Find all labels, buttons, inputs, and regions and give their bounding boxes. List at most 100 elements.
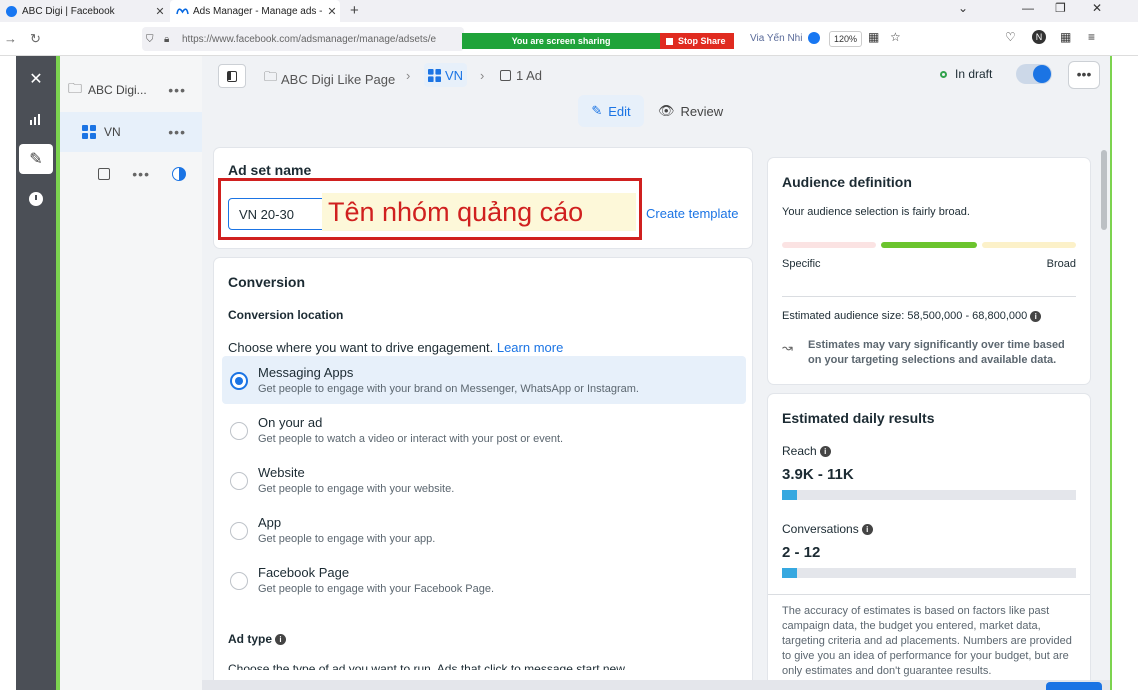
scrollbar[interactable] [1098,136,1110,670]
edit-mode-button[interactable]: ✎ Edit [578,95,644,127]
apps-grid-icon[interactable]: ▦ [868,30,879,44]
reach-bar-fill [782,490,797,500]
publish-button[interactable] [1046,682,1102,690]
address-bar[interactable]: ⛉ 🔒︎ https://www.facebook.com/adsmanager… [142,27,464,51]
review-mode-button[interactable]: 👁︎ Review [658,95,723,127]
history-button[interactable] [19,184,53,214]
option-desc: Get people to watch a video or interact … [258,433,564,445]
ad-type-desc-text: Choose the type of ad you want to run. A… [228,662,625,670]
campaign-tree: 🗀︎ ABC Digi... ••• VN ••• ••• [56,56,202,690]
shield-icon: ⛉ [146,33,154,45]
profile-name: Via Yến Nhi [750,33,803,44]
ad-type-desc: Choose the type of ad you want to run. A… [228,662,748,670]
info-icon[interactable]: i [819,446,831,458]
more-options-button[interactable]: ••• [1068,61,1100,89]
chevron-right-icon: › [406,68,411,83]
main-editor: 🗀︎ ABC Digi Like Page › VN › 1 Ad In dra… [202,56,1110,690]
minimize-icon[interactable]: — [1022,1,1034,15]
pencil-icon: ✎ [591,103,603,118]
more-icon[interactable]: ••• [132,166,150,182]
browser-tab-bar: ABC Digi | Facebook ✕ Ads Manager - Mana… [0,0,1138,22]
daily-results-card: Estimated daily results Reach i 3.9K - 11… [768,394,1090,690]
tab-list-icon[interactable]: ⌄ [958,1,968,15]
info-icon[interactable]: i [861,524,873,536]
close-window-icon[interactable]: ✕ [1092,1,1102,15]
reload-icon[interactable]: ↻ [30,31,41,47]
tree-item-label: ABC Digi... [88,83,147,97]
breadcrumb-adset-label: VN [445,67,464,83]
pocket-icon[interactable]: ♡ [1005,30,1016,44]
radio-button[interactable] [230,522,248,540]
folder-icon: 🗀︎ [68,80,82,96]
conversations-bar-fill [782,568,797,578]
breadcrumb-ads-label: 1 Ad [516,68,543,83]
divider [768,594,1090,595]
option-desc: Get people to engage with your app. [258,533,436,545]
new-tab-icon[interactable]: + [350,2,359,19]
audience-note: Estimates may vary significantly over ti… [808,339,1065,366]
reach-label: Reach [782,444,817,458]
audience-meter-fair [881,242,977,248]
bookmark-star-icon[interactable]: ☆ [890,30,901,44]
reach-bar [782,490,1076,500]
more-icon[interactable]: ••• [168,82,186,98]
maximize-icon[interactable]: ❐ [1055,1,1066,15]
option-website[interactable]: Website Get people to engage with your w… [222,456,746,504]
edit-label: Edit [608,103,631,119]
zoom-level[interactable]: 120% [829,31,863,47]
option-messaging-apps[interactable]: Messaging Apps Get people to engage with… [222,356,746,404]
breadcrumb-ads[interactable]: 1 Ad [500,68,542,83]
url-text: https://www.facebook.com/adsmanager/mana… [182,33,437,45]
more-icon[interactable]: ••• [168,124,186,140]
option-app[interactable]: App Get people to engage with your app. [222,506,746,554]
tree-item-adset[interactable]: VN ••• [60,112,202,152]
radio-button[interactable] [230,372,248,390]
info-icon[interactable]: i [1030,310,1042,322]
stop-share-button[interactable]: Stop Share [660,33,734,49]
close-icon: ✕ [29,71,43,88]
ad-icon [500,70,511,81]
status-dot-icon [940,70,947,78]
publish-toggle[interactable] [1016,64,1052,84]
create-template-link[interactable]: Create template [646,206,739,221]
browser-tab-facebook[interactable]: ABC Digi | Facebook ✕ [0,0,168,22]
profile-dot-icon [808,32,820,44]
daily-results-heading: Estimated daily results [782,410,935,426]
forward-icon[interactable]: → [4,31,17,46]
radio-button[interactable] [230,472,248,490]
toggle-knob [1033,65,1051,83]
extensions-icon[interactable]: ▦ [1060,30,1071,44]
close-tab-icon[interactable]: ✕ [152,5,168,18]
review-label: Review [680,103,724,119]
tree-item-campaign[interactable]: 🗀︎ ABC Digi... ••• [60,70,202,110]
option-on-your-ad[interactable]: On your ad Get people to watch a video o… [222,406,746,454]
option-title: Facebook Page [258,565,350,580]
breadcrumb-adset[interactable]: VN [424,63,468,87]
option-desc: Get people to engage with your brand on … [258,383,639,395]
breadcrumb-campaign[interactable]: 🗀︎ ABC Digi Like Page [264,68,395,90]
close-tab-icon[interactable]: ✕ [324,5,340,18]
bar-chart-icon [30,114,40,125]
browser-tab-ads-manager[interactable]: Ads Manager - Manage ads - A ✕ [170,0,340,22]
toggle-panel-button[interactable] [218,64,246,88]
grid-icon [428,68,441,82]
menu-icon[interactable]: ≡ [1088,30,1095,44]
tree-item-ad[interactable]: ••• [60,154,202,194]
charts-button[interactable] [19,104,53,134]
close-editor-button[interactable]: ✕ [19,64,53,94]
bottom-action-bar [202,680,1110,690]
info-icon[interactable]: i [275,634,287,646]
scroll-thumb[interactable] [1101,150,1107,230]
radio-button[interactable] [230,572,248,590]
account-icon[interactable]: N [1032,30,1046,44]
breadcrumb-campaign-label: ABC Digi Like Page [281,71,396,87]
conversion-prompt: Choose where you want to drive engagemen… [228,340,563,355]
radio-button[interactable] [230,422,248,440]
learn-more-link[interactable]: Learn more [497,340,563,355]
conversion-card: Conversion Conversion location Choose wh… [214,258,752,690]
audience-definition-card: Audience definition Your audience select… [768,158,1090,384]
folder-icon: 🗀︎ [264,69,278,84]
edit-button-rail[interactable]: ✎ [19,144,53,174]
option-facebook-page[interactable]: Facebook Page Get people to engage with … [222,556,746,604]
reach-label-row: Reach i [782,444,831,458]
